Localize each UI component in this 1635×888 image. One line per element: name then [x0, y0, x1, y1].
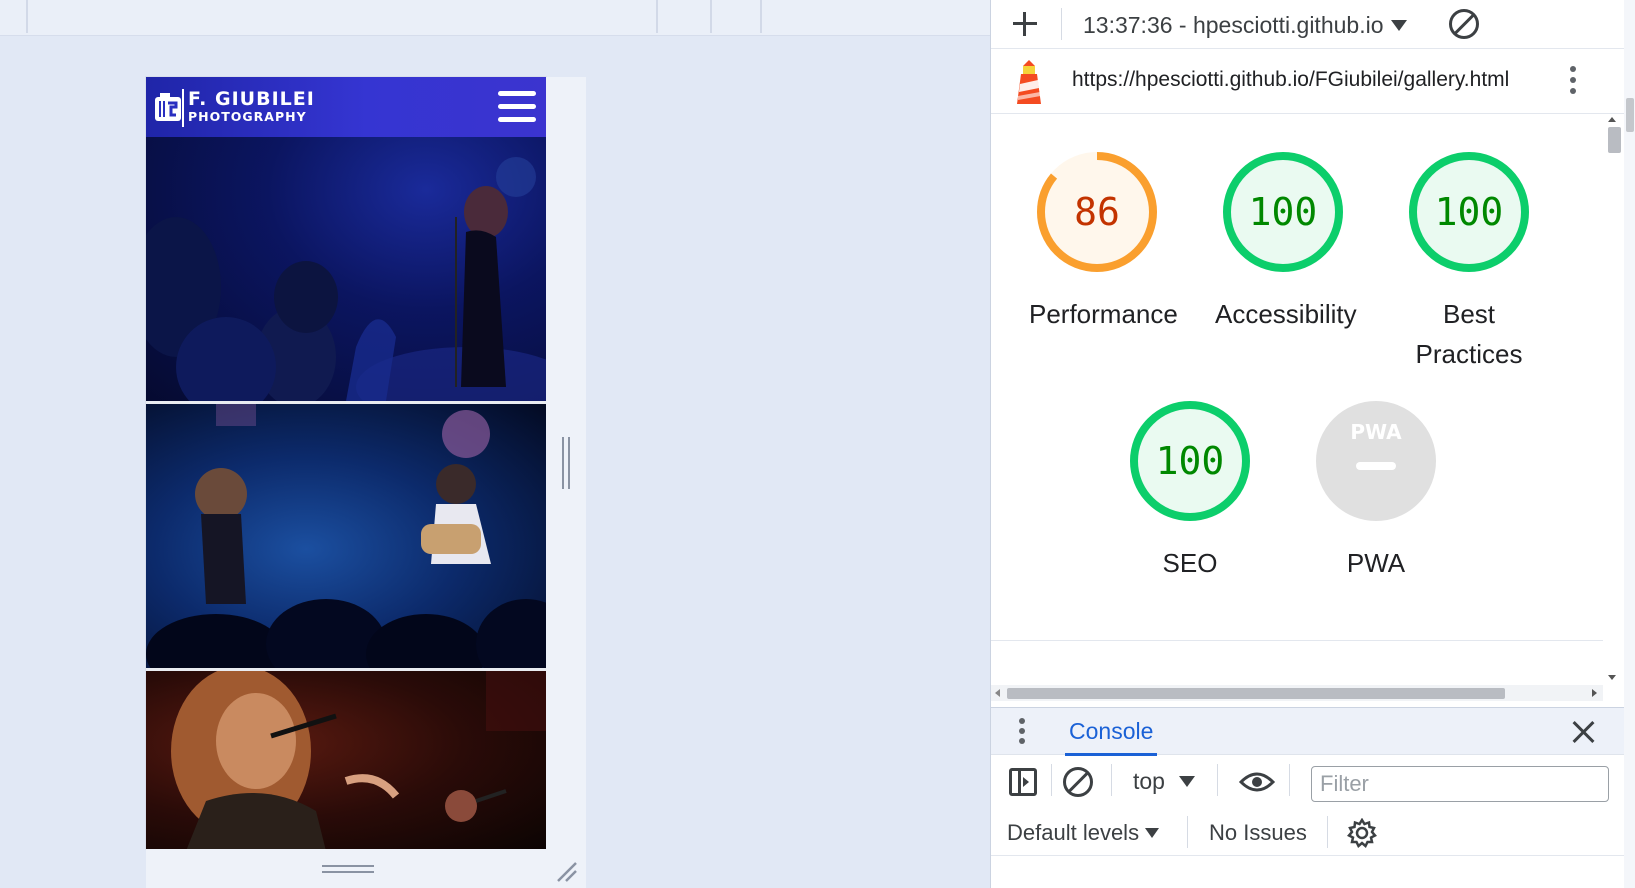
toolbar-divider	[1327, 816, 1328, 848]
hamburger-menu-icon[interactable]	[498, 91, 536, 123]
scrollbar-thumb[interactable]	[1608, 127, 1621, 153]
more-options-icon[interactable]	[1569, 66, 1577, 96]
console-settings-bar: Default levels No Issues	[991, 808, 1624, 856]
score-label: PWA	[1346, 548, 1406, 578]
show-sidebar-icon[interactable]	[1009, 768, 1037, 796]
concert-photo-3-image	[171, 671, 546, 849]
console-filter-input[interactable]	[1311, 766, 1609, 802]
score-ring: 100	[1409, 152, 1529, 272]
score-value: 86	[1074, 190, 1120, 234]
resize-grip-line	[568, 437, 570, 489]
devtools-vertical-scrollbar[interactable]	[1624, 0, 1635, 888]
report-selector-label: 13:37:36 - hpesciotti.github.io	[1083, 11, 1384, 38]
caret-down-icon	[1145, 828, 1160, 838]
score-value: 100	[1249, 190, 1318, 234]
pwa-badge-icon: PWA	[1350, 420, 1402, 444]
score-gauge-accessibility[interactable]: 100 Accessibility	[1215, 148, 1357, 334]
score-value: 100	[1435, 190, 1504, 234]
device-viewport: F. GIUBILEI PHOTOGRAPHY	[146, 77, 546, 849]
score-ring: PWA	[1316, 401, 1436, 521]
screen: F. GIUBILEI PHOTOGRAPHY 13:37:36 - hpesc…	[0, 0, 1635, 888]
toolbar-divider	[26, 0, 28, 33]
report-selector[interactable]: 13:37:36 - hpesciotti.github.io	[1083, 10, 1408, 40]
toolbar-divider	[1217, 764, 1218, 796]
lighthouse-url-bar: https://hpesciotti.github.io/FGiubilei/g…	[991, 50, 1635, 114]
toolbar-divider	[1289, 764, 1290, 796]
drawer-menu-icon[interactable]	[1018, 718, 1026, 748]
concert-photo-2[interactable]	[146, 404, 546, 668]
toolbar-divider	[1061, 8, 1062, 40]
concert-photo-3[interactable]	[146, 671, 546, 849]
scroll-right-icon[interactable]	[1592, 689, 1597, 697]
devtools-panel: 13:37:36 - hpesciotti.github.io https://…	[990, 0, 1635, 888]
plus-icon[interactable]	[1011, 10, 1039, 38]
scroll-up-icon[interactable]	[1608, 117, 1616, 122]
eye-icon[interactable]	[1239, 770, 1275, 794]
report-vertical-scrollbar[interactable]	[1603, 115, 1623, 685]
console-toolbar: top	[991, 756, 1624, 804]
concert-photo-1-image	[146, 157, 546, 401]
scroll-left-icon[interactable]	[995, 689, 1000, 697]
toolbar-divider	[1187, 816, 1188, 848]
score-ring: 100	[1223, 152, 1343, 272]
score-ring: 100	[1130, 401, 1250, 521]
score-value: 100	[1156, 439, 1225, 483]
corner-resize-icon[interactable]	[554, 859, 578, 883]
concert-photo-1[interactable]	[146, 137, 546, 401]
log-levels-dropdown[interactable]: Default levels	[1007, 820, 1160, 846]
lighthouse-icon	[1017, 60, 1041, 104]
tab-console[interactable]: Console	[1065, 718, 1158, 756]
lighthouse-report: 86 Performance 100 Accessibility 100 Best Pra…	[991, 115, 1603, 643]
score-label: SEO	[1162, 548, 1218, 578]
score-gauge-seo[interactable]: 100 SEO	[1122, 397, 1258, 583]
lighthouse-toolbar: 13:37:36 - hpesciotti.github.io	[991, 0, 1635, 49]
caret-down-icon	[1178, 776, 1195, 787]
logo-line-1: F. GIUBILEI	[188, 88, 315, 111]
logo-text: F. GIUBILEI PHOTOGRAPHY	[188, 90, 315, 124]
report-url: https://hpesciotti.github.io/FGiubilei/g…	[1072, 68, 1510, 91]
score-label: Best Practices	[1415, 299, 1523, 369]
report-horizontal-scrollbar[interactable]	[991, 685, 1603, 701]
device-toolbar	[0, 0, 990, 36]
score-unavailable-icon	[1356, 462, 1396, 470]
score-gauge-pwa[interactable]: PWA PWA	[1308, 397, 1444, 583]
logo-line-2: PHOTOGRAPHY	[188, 109, 307, 125]
score-gauge-best-practices[interactable]: 100 Best Practices	[1401, 148, 1537, 374]
close-drawer-icon[interactable]	[1571, 720, 1595, 744]
score-label: Performance	[1029, 299, 1178, 329]
resize-grip-line	[322, 865, 374, 867]
toolbar-divider	[1111, 764, 1112, 796]
site-header: F. GIUBILEI PHOTOGRAPHY	[146, 77, 546, 137]
scrollbar-thumb[interactable]	[1007, 688, 1505, 699]
score-ring: 86	[1037, 152, 1157, 272]
score-gauge-performance[interactable]: 86 Performance	[1029, 148, 1178, 334]
site-logo[interactable]: F. GIUBILEI PHOTOGRAPHY	[154, 85, 315, 129]
context-selector[interactable]: top	[1133, 768, 1195, 795]
drawer-tab-bar: Console	[991, 707, 1624, 756]
report-divider	[991, 640, 1603, 641]
resize-grip-line	[322, 871, 374, 873]
scroll-down-icon[interactable]	[1608, 675, 1616, 680]
toolbar-divider	[1051, 764, 1052, 796]
toolbar-divider	[656, 0, 658, 33]
viewport-height-resize-handle[interactable]	[146, 849, 586, 888]
toolbar-divider	[710, 0, 712, 33]
concert-photo-2-image	[146, 404, 546, 668]
context-selector-label: top	[1133, 768, 1165, 794]
issues-button[interactable]: No Issues	[1209, 820, 1307, 846]
camera-logo-icon	[155, 89, 184, 127]
score-label: Accessibility	[1215, 299, 1357, 329]
resize-grip-line	[562, 437, 564, 489]
clear-console-icon[interactable]	[1063, 767, 1093, 797]
clear-reports-icon[interactable]	[1449, 9, 1479, 39]
device-emulation-area: F. GIUBILEI PHOTOGRAPHY	[0, 0, 990, 888]
log-levels-label: Default levels	[1007, 820, 1140, 845]
gear-icon[interactable]	[1347, 818, 1377, 848]
scrollbar-thumb[interactable]	[1626, 98, 1634, 132]
caret-down-icon	[1391, 19, 1408, 31]
viewport-width-resize-handle[interactable]	[546, 77, 586, 849]
toolbar-divider	[760, 0, 762, 33]
